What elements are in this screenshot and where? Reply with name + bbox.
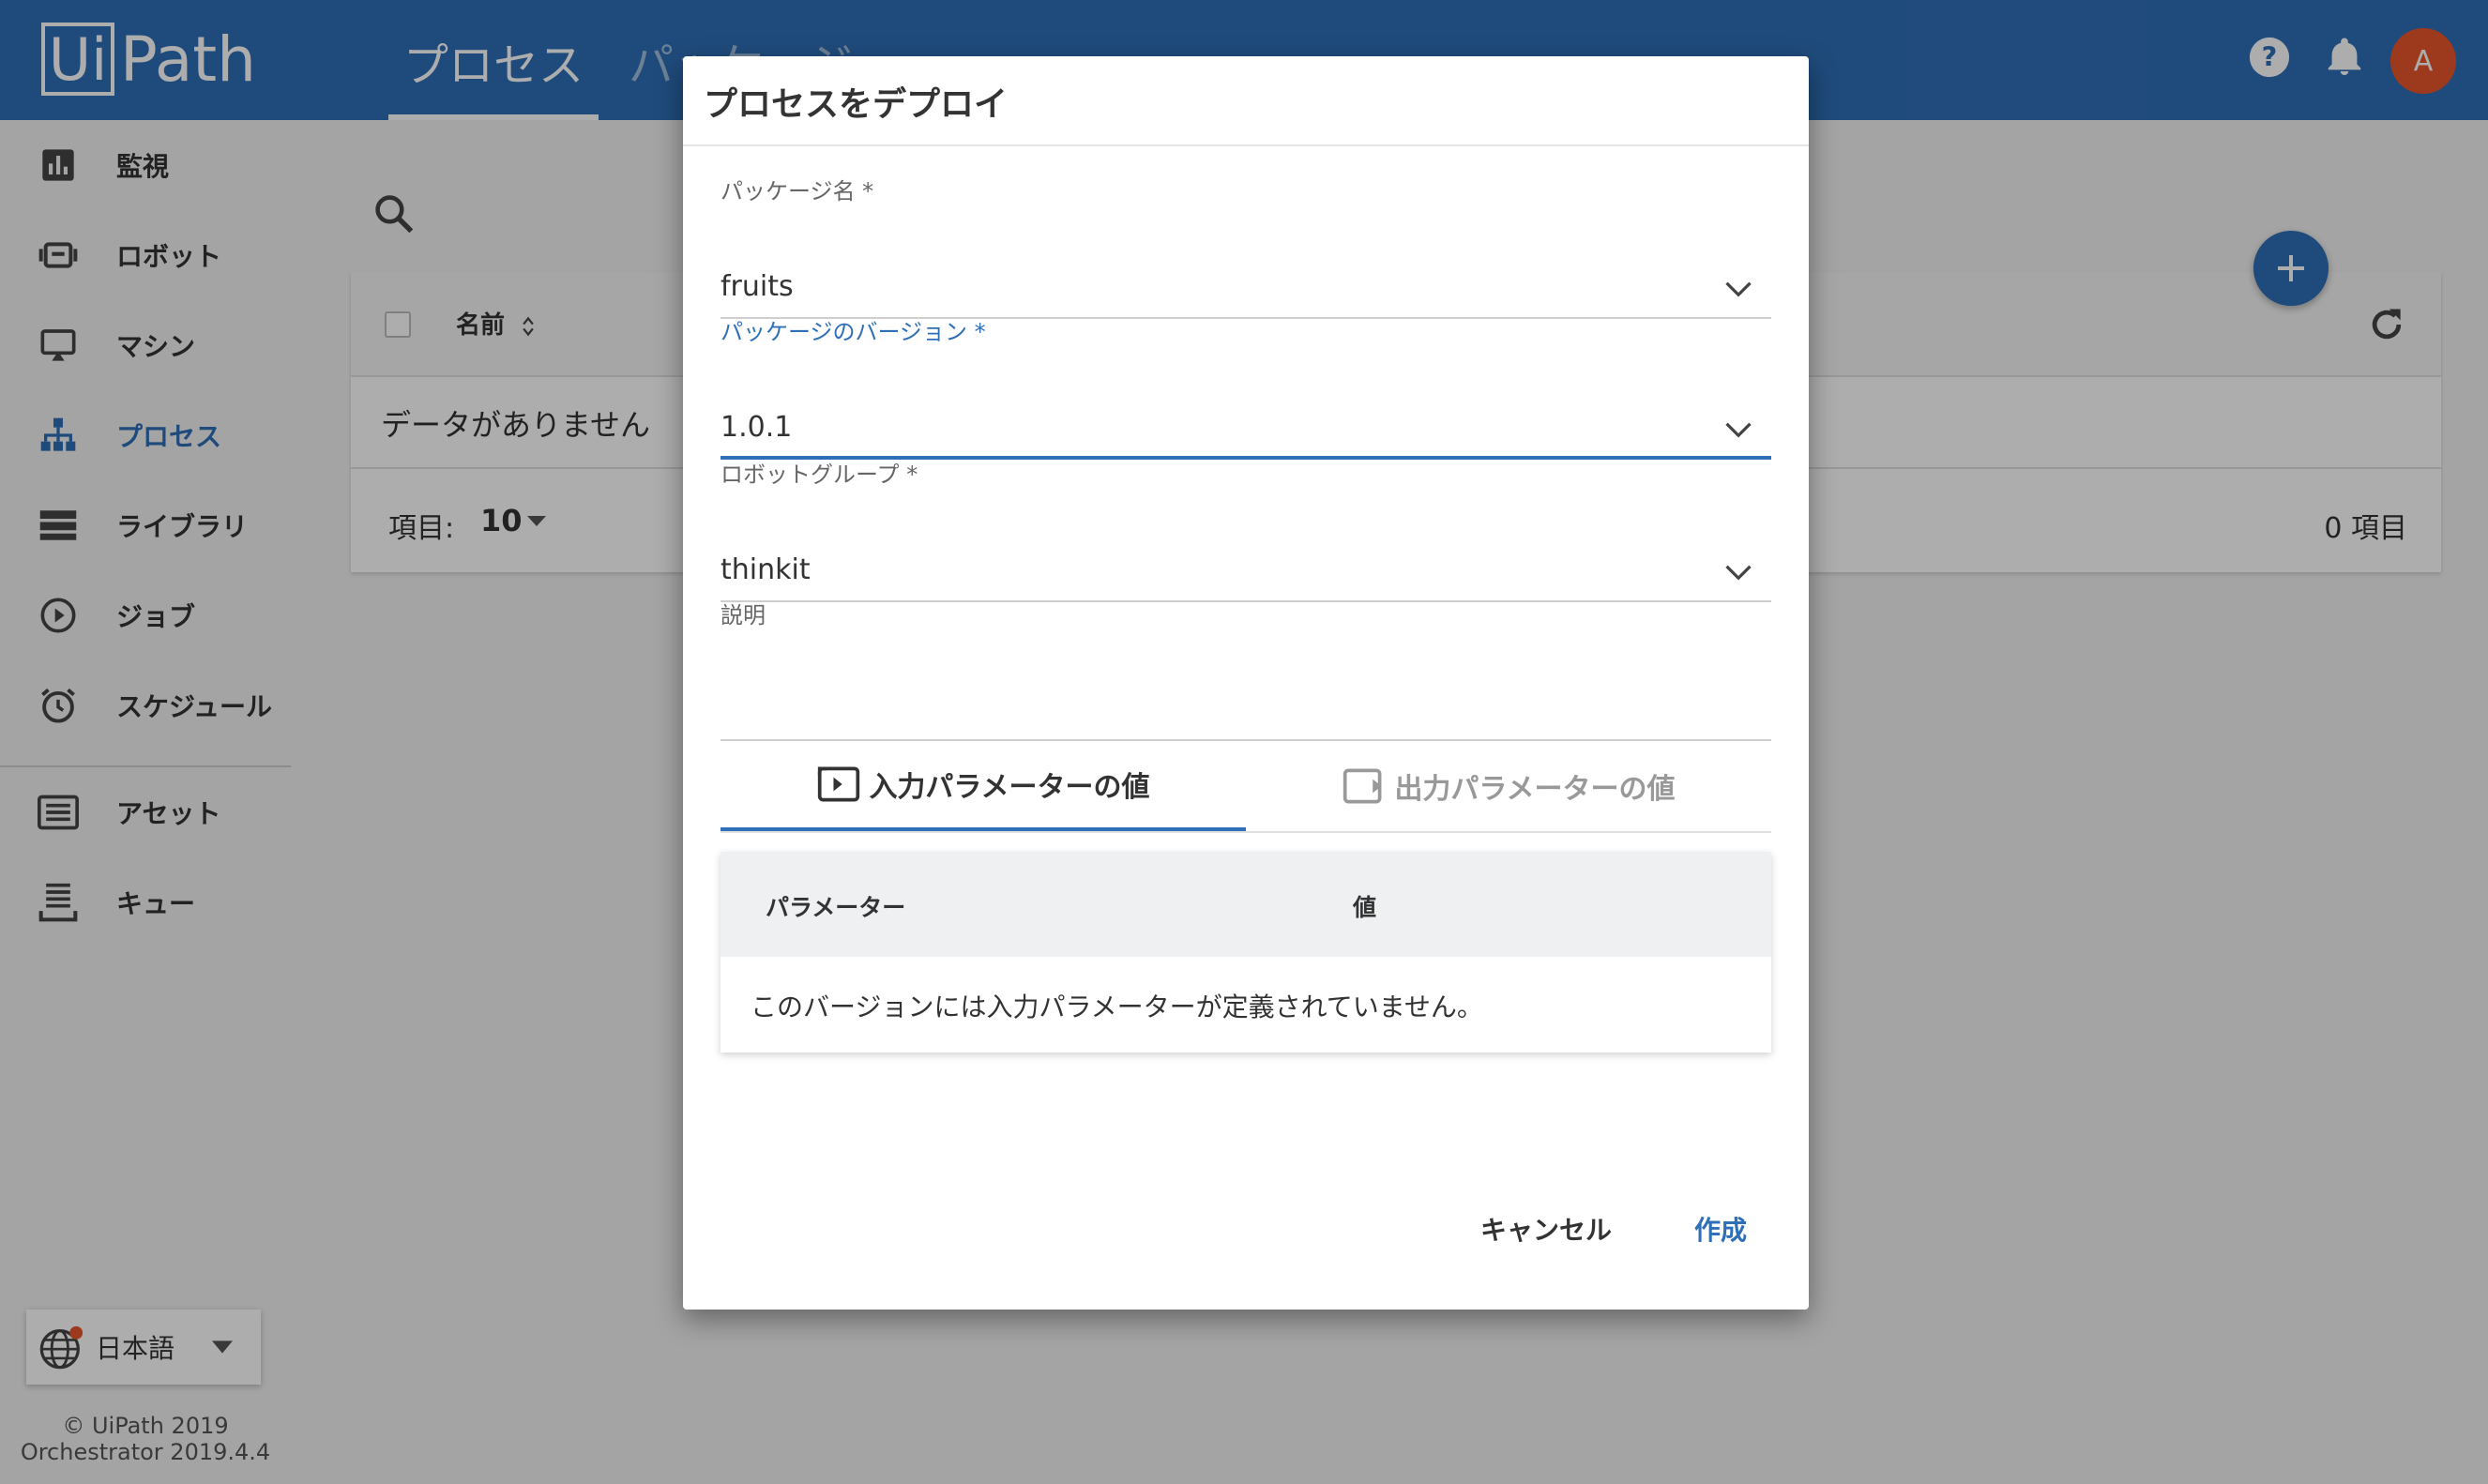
chevron-down-icon xyxy=(1725,281,1752,297)
create-button[interactable]: 作成 xyxy=(1694,1201,1747,1257)
package-name-value: fruits xyxy=(721,270,794,303)
package-name-label: パッケージ名 * xyxy=(721,178,874,204)
parameters-empty-text: このバージョンには入力パラメーターが定義されていません。 xyxy=(751,992,1483,1022)
chevron-down-icon xyxy=(1725,565,1752,581)
description-input[interactable]: 説明 xyxy=(721,597,1771,741)
parameters-table: パラメーター 値 このバージョンには入力パラメーターが定義されていません。 xyxy=(721,852,1771,1052)
tab-output-label: 出力パラメーターの値 xyxy=(1394,773,1676,806)
package-version-value: 1.0.1 xyxy=(721,411,793,444)
dialog-divider xyxy=(683,144,1809,146)
input-arrow-icon xyxy=(818,766,860,802)
package-version-label: パッケージのバージョン * xyxy=(721,319,986,345)
tabs-underline xyxy=(721,831,1771,833)
robot-group-select[interactable]: ロボットグループ * thinkit xyxy=(721,456,1771,602)
deploy-process-dialog: プロセスをデプロイ パッケージ名 * fruits パッケージのバージョン * … xyxy=(683,56,1809,1310)
tab-input-label: 入力パラメーターの値 xyxy=(869,771,1150,804)
tab-input-parameters[interactable]: 入力パラメーターの値 xyxy=(721,741,1246,831)
tab-output-parameters[interactable]: 出力パラメーターの値 xyxy=(1246,741,1771,831)
dialog-title: プロセスをデプロイ xyxy=(704,85,1009,124)
cancel-button[interactable]: キャンセル xyxy=(1480,1201,1612,1257)
column-parameter: パラメーター xyxy=(766,894,906,921)
chevron-down-icon xyxy=(1725,422,1752,438)
description-label: 説明 xyxy=(721,602,766,628)
column-value: 値 xyxy=(1353,894,1377,921)
parameters-table-header: パラメーター 値 xyxy=(721,852,1771,957)
robot-group-label: ロボットグループ * xyxy=(721,462,918,488)
output-arrow-icon xyxy=(1343,768,1382,804)
package-name-select[interactable]: パッケージ名 * fruits xyxy=(721,173,1771,319)
robot-group-value: thinkit xyxy=(721,553,811,586)
package-version-select[interactable]: パッケージのバージョン * 1.0.1 xyxy=(721,313,1771,460)
